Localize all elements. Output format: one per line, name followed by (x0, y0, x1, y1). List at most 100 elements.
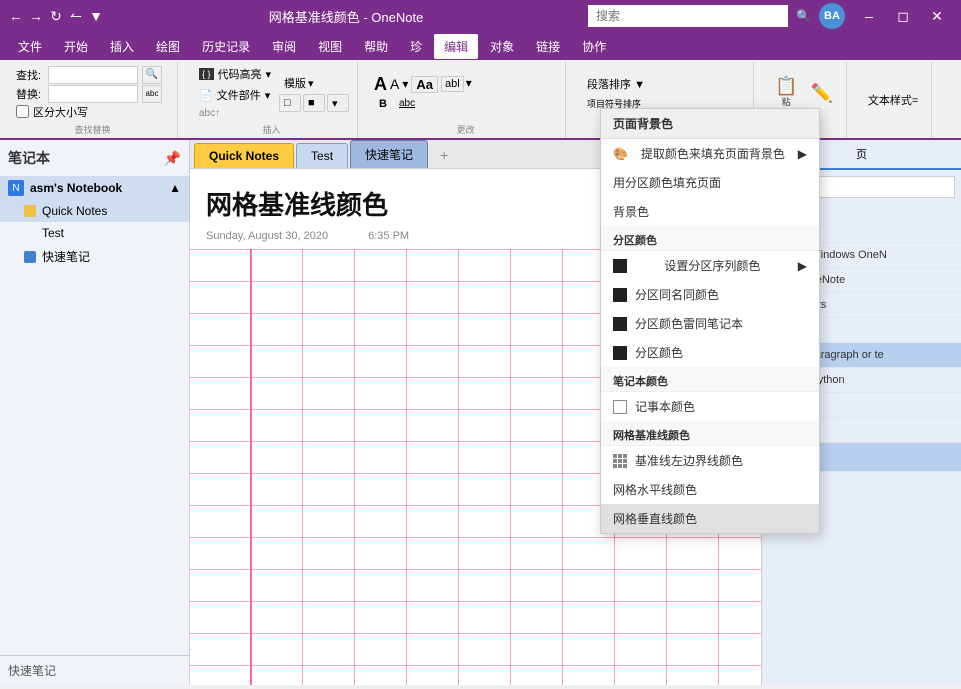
abc-btn[interactable]: abc↑ (194, 106, 276, 121)
back-button[interactable]: ← (8, 8, 24, 24)
grid-line-v-1 (302, 249, 303, 685)
page-icon (613, 400, 627, 414)
notebook-item[interactable]: N asm's Notebook ▲ (0, 176, 189, 200)
find-input[interactable] (48, 66, 138, 84)
text-style-btn[interactable]: 文本样式= (863, 90, 923, 110)
square-icon-3 (613, 317, 627, 331)
dropdown-grid-v-label: 网格垂直线颜色 (613, 510, 697, 527)
insert-col: { } 代码高亮 ▾ 📄 文件部件 ▾ abc↑ (194, 64, 276, 121)
sidebar-item-quicknotes[interactable]: Quick Notes (0, 200, 189, 222)
menu-collab[interactable]: 协作 (572, 34, 616, 59)
menu-zhen[interactable]: 珍 (400, 34, 432, 59)
menu-draw[interactable]: 绘图 (146, 34, 190, 59)
dropdown-menu[interactable]: 页面背景色 🎨 提取颜色来填充页面背景色 ▶ 用分区颜色填充页面 背景色 分区颜… (600, 108, 820, 534)
dropdown-section-color[interactable]: 分区颜色 (601, 338, 819, 367)
replace-icon-btn[interactable]: abc (142, 85, 162, 103)
sidebar-bottom[interactable]: 快速笔记 (0, 655, 189, 685)
file-component-btn[interactable]: 📄 文件部件 ▾ (194, 85, 276, 105)
menu-edit[interactable]: 编辑 (434, 34, 478, 59)
dropdown-section-color-label: 分区颜色 (635, 344, 683, 361)
shape-more-btn[interactable]: ▾ (327, 94, 349, 112)
font-aa-btn[interactable]: Aa (411, 76, 438, 93)
sidebar-header: 笔记本 📌 (0, 140, 189, 176)
menu-home[interactable]: 开始 (54, 34, 98, 59)
shape-rect-btn[interactable]: □ (279, 94, 301, 112)
font-abc-btn[interactable]: abl (441, 76, 464, 92)
minimize-button[interactable]: – (853, 0, 885, 32)
section-name-test: Test (42, 226, 64, 240)
dropdown-extract-color[interactable]: 🎨 提取颜色来填充页面背景色 ▶ (601, 139, 819, 168)
tab-add-btn[interactable]: + (430, 142, 458, 168)
tab-fastnotes[interactable]: 快速笔记 (350, 140, 428, 168)
case-label: 区分大小写 (33, 104, 88, 120)
dropdown-same-name-label: 分区同名同颜色 (635, 286, 719, 303)
find-replace-label: 查找替换 (16, 123, 169, 136)
grid-line-v-3 (406, 249, 407, 685)
dropdown-grid-h-label: 网格水平线颜色 (613, 481, 697, 498)
section-dot-fastnotes (24, 251, 36, 263)
font-group-label: 更改 (374, 123, 557, 136)
sidebar-item-fastnotes[interactable]: 快速笔记 (0, 244, 189, 269)
code-highlight-btn[interactable]: { } 代码高亮 ▾ (194, 64, 276, 84)
file-dropdown-arrow: ▾ (265, 89, 271, 102)
menu-help[interactable]: 帮助 (354, 34, 398, 59)
dropdown-grid-margin[interactable]: 基准线左边界线颜色 (601, 446, 819, 475)
replace-input[interactable] (48, 85, 138, 103)
dropdown-same-color-notebook[interactable]: 分区颜色雷同笔记本 (601, 309, 819, 338)
menu-link[interactable]: 链接 (526, 34, 570, 59)
text-style-group: 文本样式= (855, 62, 932, 138)
template-btn[interactable]: 模版 ▾ (279, 73, 349, 93)
font-group: A A ▾ Aa abl ▾ B abc 更改 (366, 62, 566, 138)
tab-quicknotes[interactable]: Quick Notes (194, 143, 294, 168)
grid-line-v-5 (510, 249, 511, 685)
sidebar-item-test[interactable]: Test (0, 222, 189, 244)
grid-line-h-12 (190, 633, 761, 634)
dropdown-section-color-header: 分区颜色 (601, 226, 819, 251)
case-checkbox[interactable] (16, 105, 29, 118)
menu-view[interactable]: 视图 (308, 34, 352, 59)
dropdown-grid-horizontal[interactable]: 网格水平线颜色 (601, 475, 819, 504)
dropdown-same-name-color[interactable]: 分区同名同颜色 (601, 280, 819, 309)
title-search-input[interactable] (588, 5, 788, 27)
find-row: 查找: 🔍 (16, 66, 162, 84)
sidebar-pin[interactable]: 📌 (164, 150, 181, 167)
forward-button[interactable]: → (28, 8, 44, 24)
grid-line-v-4 (458, 249, 459, 685)
menu-bar: 文件 开始 插入 绘图 历史记录 审阅 视图 帮助 珍 编辑 对象 链接 协作 (0, 32, 961, 60)
paste-btn[interactable]: 📋 粘 (770, 74, 802, 111)
close-button[interactable]: ✕ (921, 0, 953, 32)
menu-file[interactable]: 文件 (8, 34, 52, 59)
dropdown-grid-margin-label: 基准线左边界线颜色 (635, 452, 743, 469)
window-title: 网格基准线颜色 - OneNote (104, 7, 588, 26)
text-style-content: 文本样式= (863, 64, 923, 136)
menu-history[interactable]: 历史记录 (192, 34, 260, 59)
para-sort-btn[interactable]: 段落排序 ▼ (582, 74, 650, 94)
grid-icon-1 (613, 454, 627, 468)
undo-button[interactable]: ↻ (48, 8, 64, 24)
redo-button[interactable]: ↼ (68, 8, 84, 24)
dropdown-grid-vertical[interactable]: 网格垂直线颜色 (601, 504, 819, 533)
pen-btn[interactable]: ✏️ (805, 81, 837, 105)
customize-button[interactable]: ▼ (88, 8, 104, 24)
dropdown-fill-section[interactable]: 用分区颜色填充页面 (601, 168, 819, 197)
section-dot-quicknotes (24, 205, 36, 217)
tab-test[interactable]: Test (296, 143, 348, 168)
abc-effect-btn[interactable]: abc (394, 96, 420, 111)
find-search-btn[interactable]: 🔍 (142, 66, 162, 84)
dropdown-bgcolor[interactable]: 背景色 (601, 197, 819, 226)
file-icon: 📄 (199, 89, 213, 102)
menu-review[interactable]: 审阅 (262, 34, 306, 59)
find-label: 查找: (16, 67, 44, 83)
section-name-fastnotes: 快速笔记 (42, 248, 90, 265)
dropdown-set-section-seq[interactable]: 设置分区序列颜色 ▶ (601, 251, 819, 280)
dropdown-notebook-color-item[interactable]: 记事本颜色 (601, 392, 819, 421)
title-bar-right: 🔍 BA – ◻ ✕ (588, 0, 953, 32)
menu-insert[interactable]: 插入 (100, 34, 144, 59)
bold-btn[interactable]: B (374, 96, 392, 112)
code-icon: { } (199, 68, 214, 80)
menu-object[interactable]: 对象 (480, 34, 524, 59)
grid-line-h-11 (190, 601, 761, 602)
sidebar: 笔记本 📌 N asm's Notebook ▲ Quick Notes Tes… (0, 140, 190, 685)
restore-button[interactable]: ◻ (887, 0, 919, 32)
shape-fill-btn[interactable]: ■ (303, 94, 325, 112)
